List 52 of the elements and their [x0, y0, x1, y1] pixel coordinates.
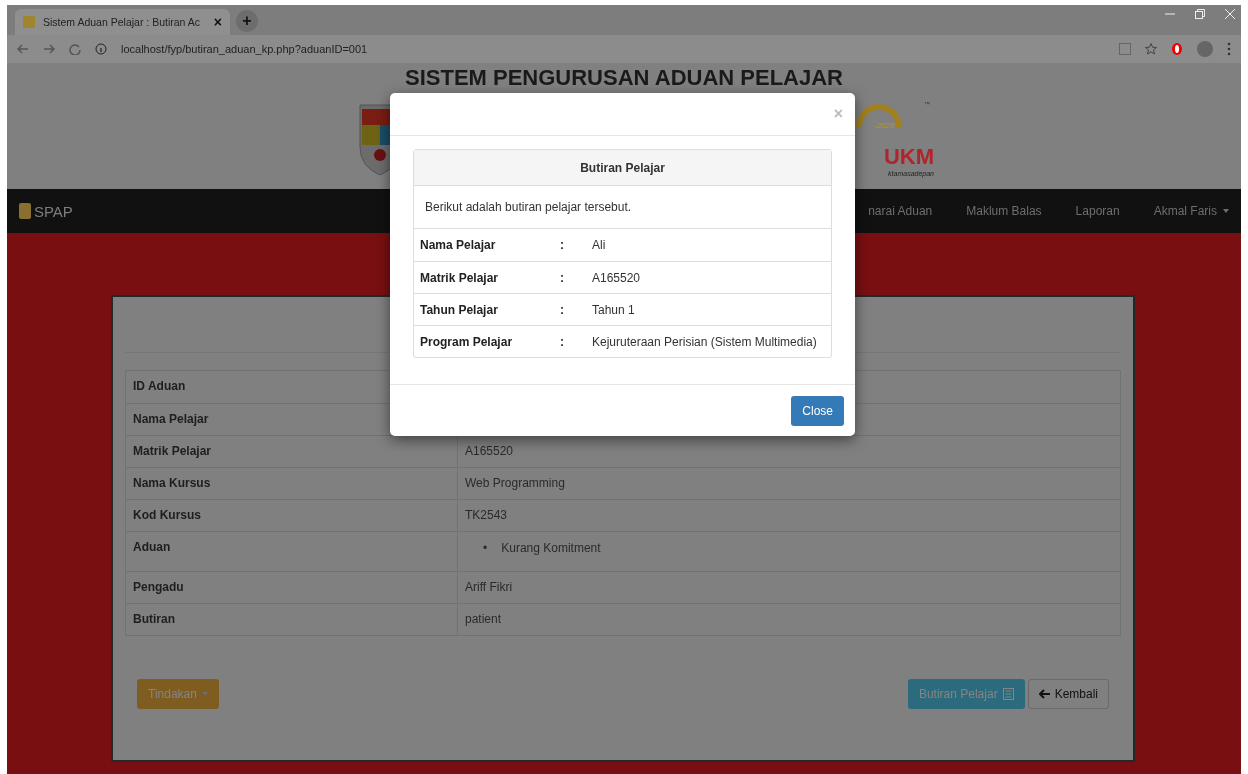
value-cell-text: A165520: [464, 443, 515, 460]
menu-icon[interactable]: [1227, 42, 1231, 56]
close-icon[interactable]: [1225, 9, 1235, 19]
close-button[interactable]: ×: [833, 105, 843, 123]
intro-text: Berikut adalah butiran pelajar tersebut.: [414, 186, 831, 229]
field-value: A165520: [592, 270, 642, 285]
label-cell: Butiran: [126, 604, 458, 635]
info-icon: [95, 43, 107, 55]
new-tab-button[interactable]: +: [236, 10, 258, 32]
label-cell: Pengadu: [126, 572, 458, 603]
nav-link[interactable]: Akmal Faris: [1153, 204, 1229, 218]
forward-icon[interactable]: [43, 43, 55, 55]
panel-heading: Butiran Pelajar: [414, 150, 831, 186]
tab-close[interactable]: ×: [213, 14, 222, 30]
profile-avatar-icon[interactable]: [1197, 41, 1213, 57]
field-label: Program Pelajar: [420, 334, 514, 349]
favicon-icon: [23, 16, 35, 28]
field-value: Ali: [592, 238, 607, 252]
value-cell-text: Web Programming: [464, 475, 566, 492]
reload-icon[interactable]: [69, 43, 81, 55]
site-title: SISTEM PENGURUSAN ADUAN PELAJAR: [405, 65, 843, 91]
field-label: Nama Pelajar: [420, 238, 497, 252]
field-label: Tahun Pelajar: [420, 302, 499, 317]
field-value: Tahun 1: [592, 302, 636, 317]
list-icon: [1002, 688, 1014, 700]
close-modal-button[interactable]: Close: [791, 395, 844, 426]
star-icon[interactable]: [1145, 43, 1157, 55]
value-cell-text: patient: [464, 611, 503, 628]
browser-tab[interactable]: Sistem Aduan Pelajar : Butiran Ac ×: [15, 9, 230, 35]
back-icon[interactable]: [17, 43, 29, 55]
value-cell-text: TK2543: [464, 507, 509, 524]
complaint-item: Kurang Komitment: [501, 540, 601, 556]
label-cell: Aduan: [126, 532, 458, 571]
back-button[interactable]: Kembali: [1027, 679, 1109, 709]
label-cell: Kod Kursus: [126, 500, 458, 531]
arrow-left-icon: [1038, 689, 1050, 699]
nav-link[interactable]: Laporan: [1075, 204, 1120, 218]
value-cell-text: Ariff Fikri: [464, 579, 514, 596]
caret-icon: [201, 692, 208, 696]
restore-icon[interactable]: [1195, 9, 1205, 19]
separator-colon: :: [560, 302, 565, 317]
separator-colon: :: [560, 238, 565, 252]
field-value: Kejuruteraan Perisian (Sistem Multimedia): [592, 334, 818, 349]
extension-icon[interactable]: [1171, 42, 1183, 56]
separator-colon: :: [560, 270, 565, 285]
field-label: Matrik Pelajar: [420, 270, 500, 285]
brand-logo-icon: [19, 203, 31, 219]
label-cell: Nama Kursus: [126, 468, 458, 499]
bullet-icon: •: [483, 540, 488, 556]
nav-link[interactable]: Maklum Balas: [966, 204, 1042, 218]
nav-link[interactable]: narai Aduan: [868, 204, 933, 218]
separator-colon: :: [560, 334, 565, 349]
